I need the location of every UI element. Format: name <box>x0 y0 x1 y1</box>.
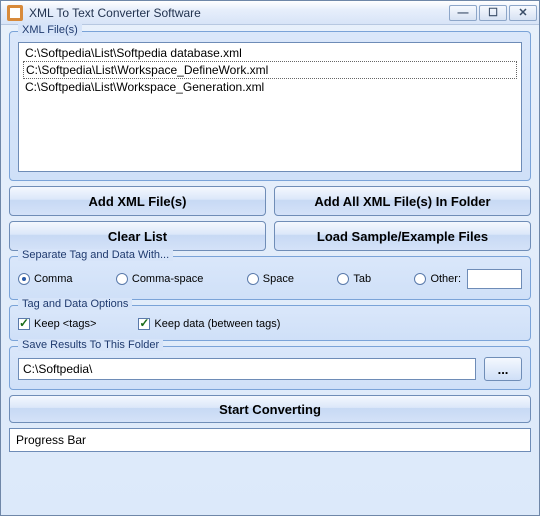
xml-files-group: XML File(s) C:\Softpedia\List\Softpedia … <box>9 31 531 181</box>
window-buttons: — ☐ ✕ <box>449 5 537 21</box>
radio-icon <box>247 273 259 285</box>
separator-options: Comma Comma-space Space Tab <box>18 267 522 291</box>
load-sample-button[interactable]: Load Sample/Example Files <box>274 221 531 251</box>
checkbox-icon <box>138 318 150 330</box>
list-item[interactable]: C:\Softpedia\List\Softpedia database.xml <box>23 45 517 61</box>
options-group-title: Tag and Data Options <box>18 298 132 310</box>
radio-label: Comma <box>34 273 73 285</box>
titlebar: XML To Text Converter Software — ☐ ✕ <box>1 1 539 25</box>
checkbox-icon <box>18 318 30 330</box>
app-window: XML To Text Converter Software — ☐ ✕ XML… <box>0 0 540 516</box>
button-row-2: Clear List Load Sample/Example Files <box>9 221 531 251</box>
radio-icon <box>116 273 128 285</box>
browse-button[interactable]: ... <box>484 357 522 381</box>
maximize-button[interactable]: ☐ <box>479 5 507 21</box>
clear-list-button[interactable]: Clear List <box>9 221 266 251</box>
radio-comma-space[interactable]: Comma-space <box>116 273 204 285</box>
check-label: Keep data (between tags) <box>154 318 280 330</box>
window-title: XML To Text Converter Software <box>29 6 449 20</box>
radio-icon <box>18 273 30 285</box>
button-row-1: Add XML File(s) Add All XML File(s) In F… <box>9 186 531 216</box>
list-item[interactable]: C:\Softpedia\List\Workspace_DefineWork.x… <box>23 61 517 79</box>
save-folder-group: Save Results To This Folder ... <box>9 346 531 390</box>
close-button[interactable]: ✕ <box>509 5 537 21</box>
radio-icon <box>337 273 349 285</box>
other-separator-input[interactable] <box>467 269 522 289</box>
list-item[interactable]: C:\Softpedia\List\Workspace_Generation.x… <box>23 79 517 95</box>
radio-comma[interactable]: Comma <box>18 273 73 285</box>
minimize-button[interactable]: — <box>449 5 477 21</box>
app-icon <box>7 5 23 21</box>
progress-bar: Progress Bar <box>9 428 531 452</box>
check-keep-data[interactable]: Keep data (between tags) <box>138 318 280 330</box>
check-label: Keep <tags> <box>34 318 96 330</box>
xml-files-group-title: XML File(s) <box>18 24 82 36</box>
separator-group: Separate Tag and Data With... Comma Comm… <box>9 256 531 300</box>
save-folder-input[interactable] <box>18 358 476 380</box>
radio-label: Space <box>263 273 294 285</box>
folder-row: ... <box>18 357 522 381</box>
progress-label: Progress Bar <box>16 433 86 447</box>
options-group: Tag and Data Options Keep <tags> Keep da… <box>9 305 531 341</box>
radio-space[interactable]: Space <box>247 273 294 285</box>
xml-file-list[interactable]: C:\Softpedia\List\Softpedia database.xml… <box>18 42 522 172</box>
options-row: Keep <tags> Keep data (between tags) <box>18 316 522 332</box>
radio-icon <box>414 273 426 285</box>
content-area: XML File(s) C:\Softpedia\List\Softpedia … <box>1 25 539 515</box>
radio-label: Other: <box>430 273 461 285</box>
separator-group-title: Separate Tag and Data With... <box>18 249 173 261</box>
radio-other[interactable]: Other: <box>414 273 461 285</box>
add-folder-button[interactable]: Add All XML File(s) In Folder <box>274 186 531 216</box>
radio-label: Comma-space <box>132 273 204 285</box>
check-keep-tags[interactable]: Keep <tags> <box>18 318 96 330</box>
add-files-button[interactable]: Add XML File(s) <box>9 186 266 216</box>
radio-tab[interactable]: Tab <box>337 273 371 285</box>
save-folder-group-title: Save Results To This Folder <box>18 339 163 351</box>
radio-label: Tab <box>353 273 371 285</box>
start-converting-button[interactable]: Start Converting <box>9 395 531 423</box>
